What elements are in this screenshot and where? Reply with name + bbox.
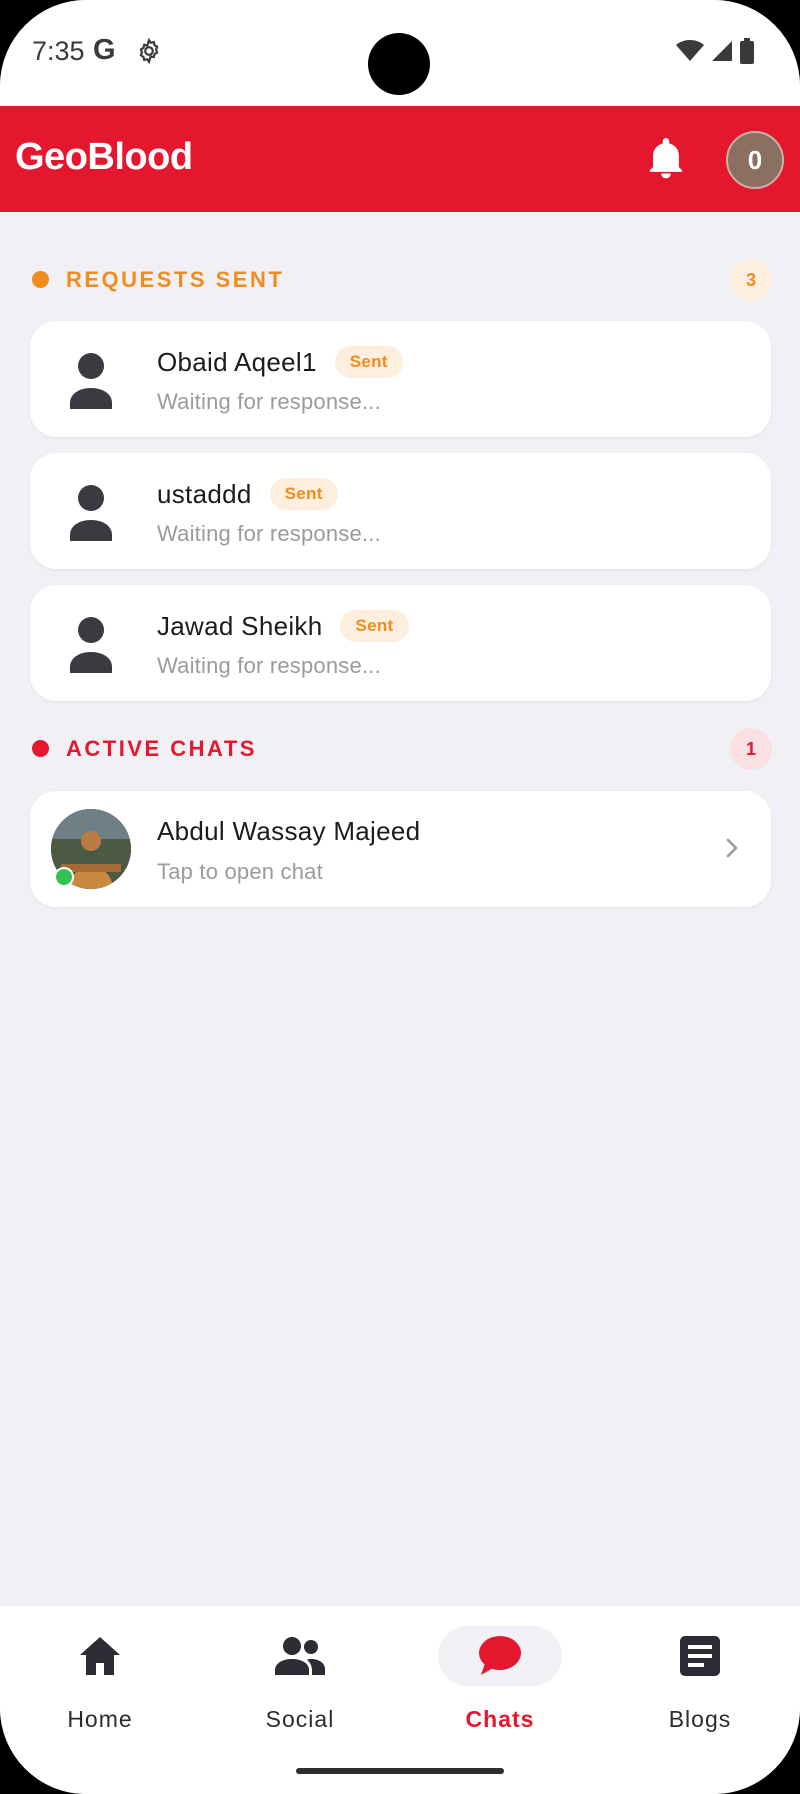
status-time: 7:35 bbox=[32, 36, 85, 66]
request-status: Waiting for response... bbox=[157, 521, 381, 546]
google-icon: G bbox=[93, 34, 116, 66]
request-name-text: Jawad Sheikh bbox=[157, 610, 323, 641]
request-name: Obaid Aqeel1 Sent bbox=[157, 346, 403, 378]
signal-icon bbox=[710, 39, 734, 68]
request-card[interactable]: Jawad Sheikh Sent Waiting for response..… bbox=[30, 585, 771, 701]
person-icon bbox=[68, 483, 114, 546]
nav-chats-label: Chats bbox=[465, 1706, 535, 1732]
pending-dot bbox=[32, 271, 49, 288]
active-chats-title: ACTIVE CHATS bbox=[66, 736, 257, 761]
chevron-right-icon bbox=[725, 837, 739, 864]
chat-icon bbox=[438, 1626, 562, 1686]
battery-icon bbox=[740, 38, 754, 69]
bottom-navigation: Home Social Chats Blogs bbox=[0, 1606, 800, 1794]
active-dot bbox=[32, 740, 49, 757]
request-name: ustaddd Sent bbox=[157, 478, 338, 510]
profile-avatar[interactable]: 0 bbox=[726, 131, 784, 189]
request-name: Jawad Sheikh Sent bbox=[157, 610, 409, 642]
request-status: Waiting for response... bbox=[157, 653, 381, 678]
nav-social-label: Social bbox=[265, 1706, 335, 1732]
status-bar: 7:35 G bbox=[0, 0, 800, 106]
online-indicator bbox=[54, 867, 74, 887]
active-chats-header: ACTIVE CHATS 1 bbox=[30, 728, 772, 770]
person-icon bbox=[68, 351, 114, 414]
nav-blogs[interactable]: Blogs bbox=[620, 1626, 780, 1746]
nav-blogs-label: Blogs bbox=[668, 1706, 732, 1732]
bell-icon[interactable] bbox=[646, 138, 686, 185]
request-card[interactable]: ustaddd Sent Waiting for response... bbox=[30, 453, 771, 569]
people-icon bbox=[238, 1626, 362, 1686]
requests-sent-title: REQUESTS SENT bbox=[66, 267, 285, 292]
nav-chats[interactable]: Chats bbox=[420, 1626, 580, 1746]
request-status: Waiting for response... bbox=[157, 389, 381, 414]
request-name-text: ustaddd bbox=[157, 478, 252, 509]
home-indicator[interactable] bbox=[296, 1768, 504, 1774]
sent-badge: Sent bbox=[340, 610, 409, 642]
chat-card[interactable]: Abdul Wassay Majeed Tap to open chat bbox=[30, 791, 771, 907]
wifi-icon bbox=[676, 39, 704, 68]
chat-name: Abdul Wassay Majeed bbox=[157, 816, 421, 846]
app-screen: 7:35 G GeoBlood 0 REQUESTS SENT 3 Obaid … bbox=[0, 0, 800, 1794]
requests-sent-header: REQUESTS SENT 3 bbox=[30, 259, 772, 301]
request-name-text: Obaid Aqeel1 bbox=[157, 346, 317, 377]
nav-social[interactable]: Social bbox=[220, 1626, 380, 1746]
settings-icon bbox=[136, 37, 162, 69]
app-bar: GeoBlood bbox=[0, 106, 800, 212]
nav-home[interactable]: Home bbox=[20, 1626, 180, 1746]
article-icon bbox=[638, 1626, 762, 1686]
nav-home-label: Home bbox=[67, 1706, 133, 1732]
home-icon bbox=[38, 1626, 162, 1686]
requests-sent-count: 3 bbox=[730, 259, 772, 301]
active-chats-count: 1 bbox=[730, 728, 772, 770]
person-icon bbox=[68, 615, 114, 678]
sent-badge: Sent bbox=[269, 478, 338, 510]
chat-subtitle: Tap to open chat bbox=[157, 859, 323, 884]
app-title: GeoBlood bbox=[15, 136, 193, 178]
front-camera bbox=[368, 33, 430, 95]
request-card[interactable]: Obaid Aqeel1 Sent Waiting for response..… bbox=[30, 321, 771, 437]
sent-badge: Sent bbox=[334, 346, 403, 378]
